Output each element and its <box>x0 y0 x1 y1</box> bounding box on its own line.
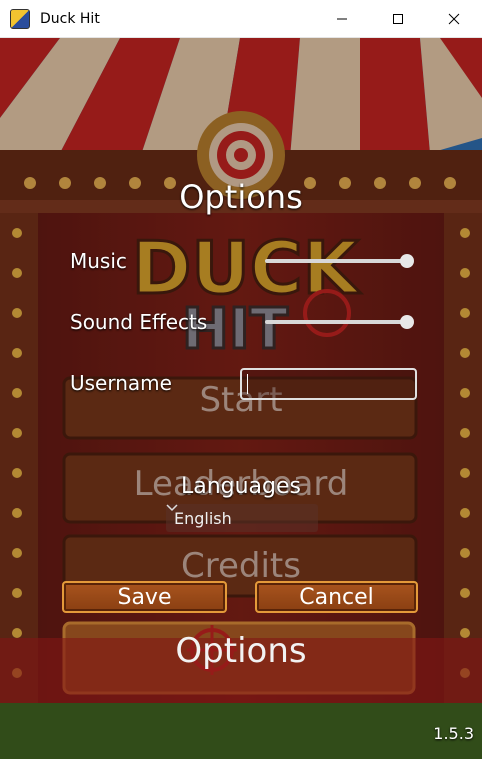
music-slider[interactable] <box>265 259 407 263</box>
credits-button[interactable]: Credits <box>0 546 482 586</box>
username-label: Username <box>70 371 172 395</box>
music-slider-knob[interactable] <box>400 254 414 268</box>
music-label: Music <box>70 249 127 273</box>
languages-label: Languages <box>180 474 302 499</box>
sound-effects-label: Sound Effects <box>70 310 208 334</box>
sound-effects-slider[interactable] <box>265 320 407 324</box>
options-title: Options <box>179 178 303 216</box>
save-button[interactable]: Save <box>62 581 227 613</box>
minimize-button[interactable] <box>314 0 370 38</box>
maximize-icon <box>393 14 403 24</box>
version-label: 1.5.3 <box>433 724 474 743</box>
close-icon <box>448 13 460 25</box>
cancel-button[interactable]: Cancel <box>255 581 418 613</box>
text-caret <box>247 374 248 394</box>
username-input[interactable] <box>240 368 417 400</box>
close-button[interactable] <box>426 0 482 38</box>
language-select[interactable]: English <box>166 504 318 532</box>
window-title: Duck Hit <box>40 10 100 27</box>
minimize-icon <box>337 18 347 20</box>
language-selected-value: English <box>174 508 232 528</box>
cancel-button-label: Cancel <box>299 584 374 610</box>
options-overlay: Start Leaderboard Credits Options Option… <box>0 38 482 759</box>
window-controls <box>314 0 482 38</box>
sound-effects-slider-knob[interactable] <box>400 315 414 329</box>
chevron-down-icon <box>166 504 178 512</box>
window-titlebar: Duck Hit <box>0 0 482 38</box>
maximize-button[interactable] <box>370 0 426 38</box>
app-icon <box>10 8 30 29</box>
options-button[interactable]: Options <box>0 631 482 671</box>
game-scene: DUCK HIT Start Leaderboard Credits Optio… <box>0 38 482 759</box>
save-button-label: Save <box>117 584 172 610</box>
